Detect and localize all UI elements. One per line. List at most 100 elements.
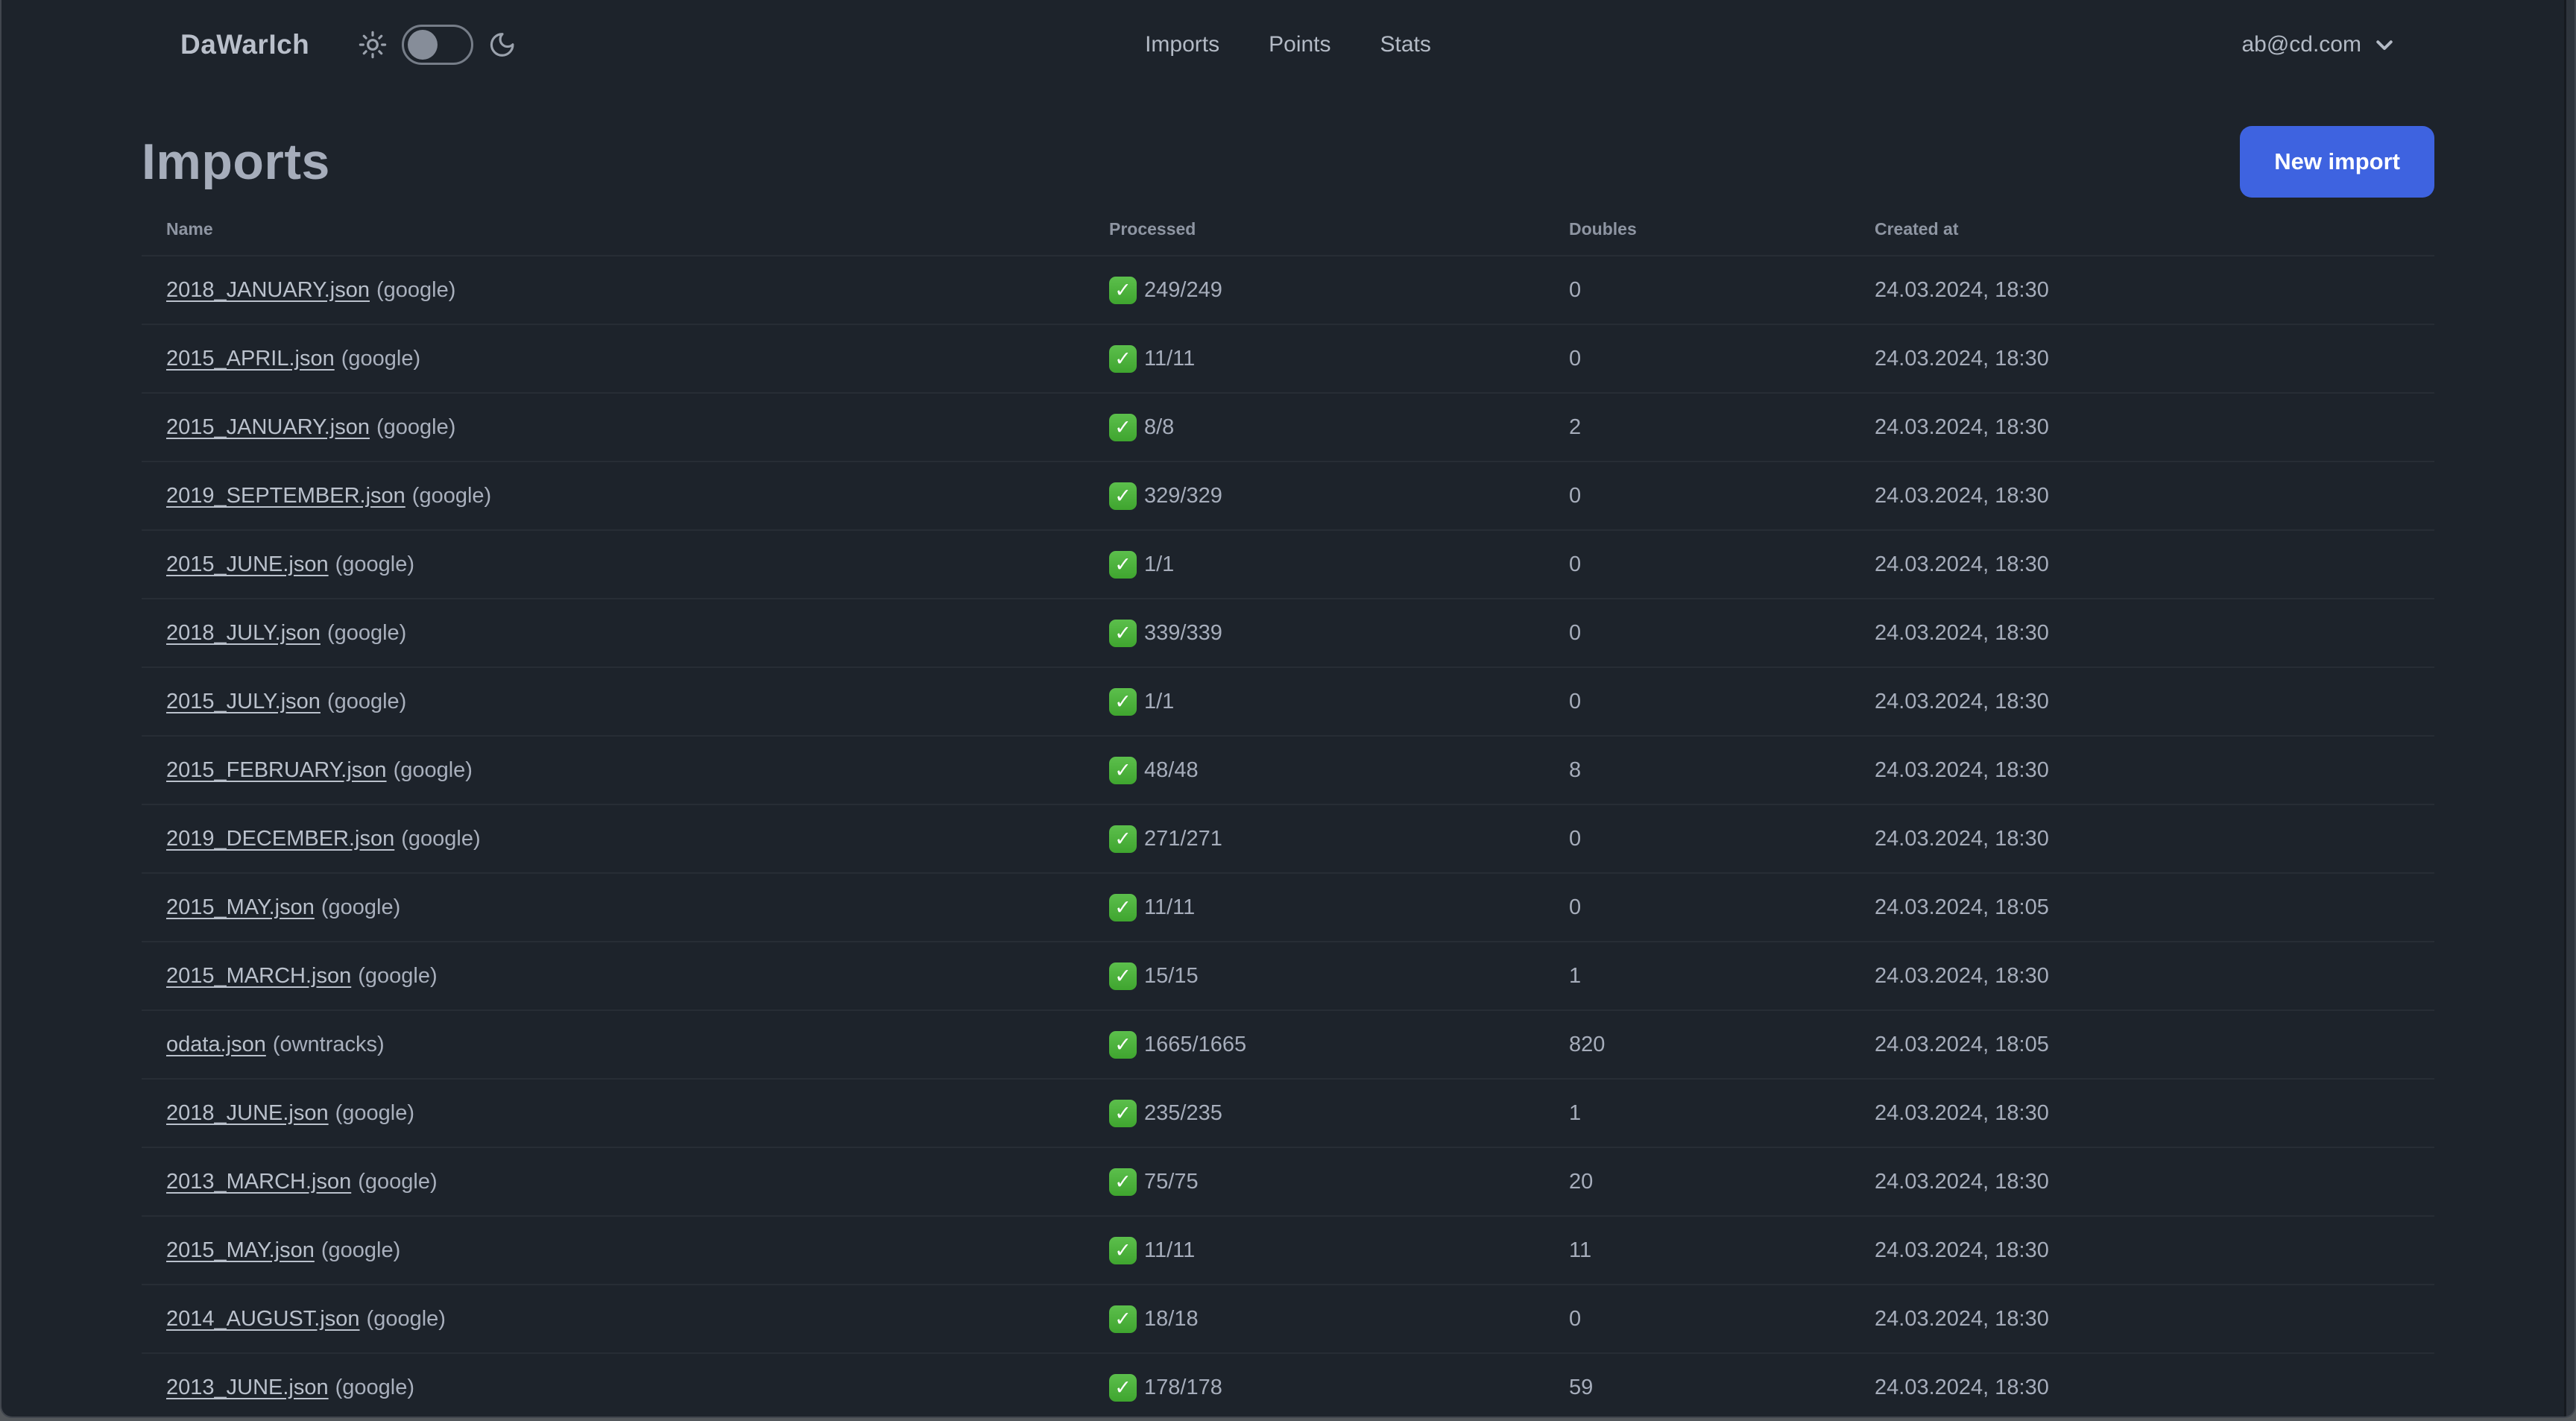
processed-count: 1/1 xyxy=(1144,552,1175,576)
import-file-link[interactable]: 2014_AUGUST.json xyxy=(166,1307,360,1331)
created-at-cell: 24.03.2024, 18:30 xyxy=(1850,529,2434,599)
import-file-link[interactable]: odata.json xyxy=(166,1033,266,1056)
app-logo[interactable]: DaWarIch xyxy=(180,29,309,60)
import-source-label: (google) xyxy=(321,1238,401,1262)
chevron-down-icon xyxy=(2373,34,2396,56)
import-source-label: (owntracks) xyxy=(272,1032,385,1056)
user-email: ab@cd.com xyxy=(2241,32,2361,57)
success-check-icon xyxy=(1109,756,1137,784)
import-file-link[interactable]: 2019_DECEMBER.json xyxy=(166,827,394,851)
import-file-link[interactable]: 2013_JUNE.json xyxy=(166,1376,329,1399)
import-source-label: (google) xyxy=(326,620,407,645)
import-name-cell: 2013_JUNE.json (google) xyxy=(142,1352,1085,1417)
processed-count: 15/15 xyxy=(1144,963,1199,988)
import-source-label: (google) xyxy=(335,1375,415,1399)
table-row: 2019_DECEMBER.json (google) 271/271 0 24.… xyxy=(142,804,2434,873)
success-check-icon xyxy=(1109,893,1137,921)
import-file-link[interactable]: 2018_JUNE.json xyxy=(166,1101,329,1125)
theme-toggle-switch[interactable] xyxy=(402,25,474,65)
processed-count: 1665/1665 xyxy=(1144,1032,1247,1056)
import-file-link[interactable]: 2015_MAY.json xyxy=(166,895,315,919)
table-row: 2015_JUNE.json(google) 1/1 0 24.03.2024,… xyxy=(142,529,2434,599)
table-row: odata.json (owntracks) 1665/1665 820 24.0… xyxy=(142,1009,2434,1079)
success-check-icon xyxy=(1109,1168,1137,1196)
table-row: 2018_JULY.json(google) 339/339 0 24.03.2… xyxy=(142,598,2434,667)
processed-count: 178/178 xyxy=(1144,1375,1222,1399)
doubles-cell: 0 xyxy=(1544,255,1850,324)
import-file-link[interactable]: 2015_JUNE.json xyxy=(166,552,329,576)
nav-link-points[interactable]: Points xyxy=(1269,32,1330,57)
doubles-cell: 0 xyxy=(1544,1284,1850,1353)
created-at-cell: 24.03.2024, 18:05 xyxy=(1850,872,2434,942)
created-at-cell: 24.03.2024, 18:30 xyxy=(1850,324,2434,393)
table-row: 2015_FEBRUARY.json(google) 48/48 8 24.03… xyxy=(142,735,2434,804)
processed-cell: 48/48 xyxy=(1085,735,1544,804)
table-row: 2013_MARCH.json (google) 75/75 20 24.03.2… xyxy=(142,1147,2434,1216)
import-file-link[interactable]: 2015_APRIL.json xyxy=(166,347,335,371)
import-source-label: (google) xyxy=(335,552,415,576)
app-window: DaWarIch Imports Points Stats ab@cd.com … xyxy=(0,0,2576,1418)
navbar: DaWarIch Imports Points Stats ab@cd.com xyxy=(1,0,2575,89)
page-title: Imports xyxy=(142,133,330,190)
created-at-cell: 24.03.2024, 18:30 xyxy=(1850,1215,2434,1285)
theme-toggle-knob xyxy=(408,30,438,60)
table-row: 2014_AUGUST.json(google) 18/18 0 24.03.2… xyxy=(142,1284,2434,1353)
nav-link-stats[interactable]: Stats xyxy=(1380,32,1431,57)
imports-table-body: 2018_JANUARY.json(google) 249/249 0 24.0… xyxy=(142,255,2434,1417)
import-name-cell: 2018_JUNE.json (google) xyxy=(142,1078,1085,1147)
import-source-label: (google) xyxy=(358,1169,438,1194)
created-at-cell: 24.03.2024, 18:30 xyxy=(1850,735,2434,804)
doubles-cell: 1 xyxy=(1544,941,1850,1010)
import-file-link[interactable]: 2019_SEPTEMBER.json xyxy=(166,484,405,508)
success-check-icon xyxy=(1109,825,1137,853)
processed-cell: 15/15 xyxy=(1085,941,1544,1010)
column-header-processed: Processed xyxy=(1109,218,1196,239)
processed-count: 8/8 xyxy=(1144,415,1175,439)
created-at-cell: 24.03.2024, 18:30 xyxy=(1850,461,2434,530)
table-row: 2013_JUNE.json (google) 178/178 59 24.03.… xyxy=(142,1352,2434,1417)
success-check-icon xyxy=(1109,413,1137,441)
processed-count: 329/329 xyxy=(1144,483,1222,508)
user-menu[interactable]: ab@cd.com xyxy=(2241,32,2575,57)
table-row: 2015_APRIL.json(google) 11/11 0 24.03.20… xyxy=(142,324,2434,393)
import-name-cell: 2015_JULY.json (google) xyxy=(142,667,1085,736)
import-file-link[interactable]: 2015_JANUARY.json xyxy=(166,415,370,439)
processed-cell: 329/329 xyxy=(1085,461,1544,530)
doubles-cell: 0 xyxy=(1544,598,1850,667)
import-file-link[interactable]: 2013_MARCH.json xyxy=(166,1170,351,1194)
import-file-link[interactable]: 2018_JULY.json xyxy=(166,621,321,645)
success-check-icon xyxy=(1109,482,1137,510)
doubles-cell: 8 xyxy=(1544,735,1850,804)
scrollbar-track[interactable] xyxy=(2564,0,2575,1417)
new-import-button[interactable]: New import xyxy=(2240,126,2434,198)
import-source-label: (google) xyxy=(341,346,421,371)
main-nav: Imports Points Stats xyxy=(1145,32,1431,57)
import-name-cell: 2015_FEBRUARY.json (google) xyxy=(142,735,1085,804)
import-name-cell: 2018_JANUARY.json (google) xyxy=(142,255,1085,324)
processed-count: 48/48 xyxy=(1144,757,1199,782)
import-file-link[interactable]: 2015_MARCH.json xyxy=(166,964,351,988)
import-source-label: (google) xyxy=(366,1306,446,1331)
processed-cell: 249/249 xyxy=(1085,255,1544,324)
created-at-cell: 24.03.2024, 18:30 xyxy=(1850,598,2434,667)
import-file-link[interactable]: 2018_JANUARY.json xyxy=(166,278,370,302)
import-file-link[interactable]: 2015_FEBRUARY.json xyxy=(166,758,387,782)
table-row: 2015_JANUARY.json(google) 8/8 2 24.03.20… xyxy=(142,392,2434,461)
import-file-link[interactable]: 2015_MAY.json xyxy=(166,1238,315,1262)
table-row: 2015_MAY.json(google) 11/11 0 24.03.2024… xyxy=(142,872,2434,942)
import-name-cell: 2015_MAY.json (google) xyxy=(142,1215,1085,1285)
success-check-icon xyxy=(1109,550,1137,579)
page-header: Imports New import xyxy=(142,125,2434,198)
table-row: 2018_JUNE.json(google) 235/235 1 24.03.2… xyxy=(142,1078,2434,1147)
processed-cell: 11/11 xyxy=(1085,1215,1544,1285)
success-check-icon xyxy=(1109,1305,1137,1333)
success-check-icon xyxy=(1109,1236,1137,1264)
processed-cell: 75/75 xyxy=(1085,1147,1544,1216)
imports-table: Name Processed Doubles Created at 2018_J… xyxy=(142,203,2434,1417)
import-file-link[interactable]: 2015_JULY.json xyxy=(166,690,321,713)
processed-cell: 235/235 xyxy=(1085,1078,1544,1147)
table-row: 2015_MAY.json(google) 11/11 11 24.03.202… xyxy=(142,1215,2434,1285)
processed-count: 235/235 xyxy=(1144,1100,1222,1125)
nav-link-imports[interactable]: Imports xyxy=(1145,32,1219,57)
processed-cell: 8/8 xyxy=(1085,392,1544,461)
